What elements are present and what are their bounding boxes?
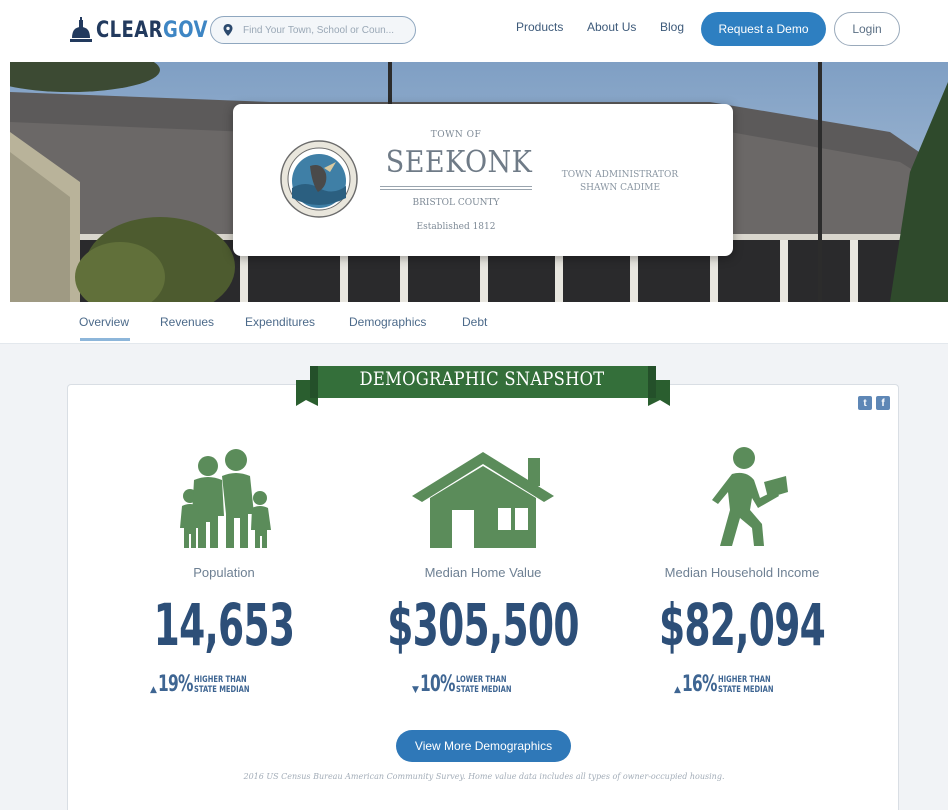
household-income-value: $82,094: [658, 591, 826, 659]
town-prefix: TOWN OF: [430, 130, 482, 140]
section-tabs: Overview Revenues Expenditures Demograph…: [0, 302, 948, 344]
comparison-percent: 19%: [157, 672, 193, 697]
tab-expenditures[interactable]: Expenditures: [245, 315, 315, 329]
household-income-comparison: ▲ 16% HIGHER THAN STATE MEDIAN: [674, 672, 792, 697]
active-tab-indicator: [80, 338, 130, 341]
comparison-line1: LOWER THAN: [455, 674, 507, 685]
home-value-comparison: ▼ 10% LOWER THAN STATE MEDIAN: [412, 672, 530, 697]
town-search-input[interactable]: Find Your Town, School or Coun...: [210, 16, 416, 44]
comparison-line2: STATE MEDIAN: [193, 684, 250, 695]
household-income-label: Median Household Income: [664, 565, 820, 580]
population-comparison: ▲ 19% HIGHER THAN STATE MEDIAN: [150, 672, 268, 697]
house-icon: [412, 452, 554, 548]
logo-wordmark: CLEARGOV: [96, 17, 208, 43]
worker-icon: [712, 447, 788, 546]
town-name: SEEKONK: [385, 145, 533, 180]
data-source-footnote: 2016 US Census Bureau American Community…: [243, 772, 725, 781]
down-arrow-icon: ▼: [412, 684, 419, 695]
comparison-line1: HIGHER THAN: [193, 674, 247, 685]
population-value: 14,653: [153, 591, 295, 659]
established-date: Established 1812: [416, 222, 496, 232]
nav-products[interactable]: Products: [516, 20, 563, 34]
comparison-line2: STATE MEDIAN: [455, 684, 512, 695]
search-placeholder: Find Your Town, School or Coun...: [243, 24, 395, 36]
cleargov-logo[interactable]: CLEARGOV: [68, 14, 232, 46]
town-name-rule: [380, 186, 532, 190]
comparison-line2: STATE MEDIAN: [717, 684, 774, 695]
nav-about-us[interactable]: About Us: [587, 20, 636, 34]
population-label: Population: [193, 565, 255, 580]
capitol-dome-icon: [70, 17, 92, 42]
up-arrow-icon: ▲: [674, 684, 681, 695]
comparison-line1: HIGHER THAN: [717, 674, 771, 685]
login-button[interactable]: Login: [834, 12, 900, 46]
home-value-label: Median Home Value: [424, 565, 542, 580]
facebook-icon[interactable]: f: [876, 396, 890, 410]
tab-demographics[interactable]: Demographics: [349, 315, 426, 329]
top-navigation-bar: CLEARGOV Find Your Town, School or Coun.…: [0, 0, 948, 62]
town-seal-icon: [280, 140, 358, 218]
administrator-name: SHAWN CADIME: [579, 183, 661, 193]
comparison-percent: 16%: [681, 672, 717, 697]
twitter-icon[interactable]: t: [858, 396, 872, 410]
county-name: BRISTOL COUNTY: [412, 198, 500, 208]
tab-debt[interactable]: Debt: [462, 315, 487, 329]
home-value-value: $305,500: [387, 591, 579, 659]
view-more-demographics-button[interactable]: View More Demographics: [396, 730, 571, 762]
location-pin-icon: [223, 24, 233, 36]
tab-overview[interactable]: Overview: [79, 315, 129, 329]
nav-blog[interactable]: Blog: [660, 20, 684, 34]
tab-revenues[interactable]: Revenues: [160, 315, 214, 329]
snapshot-title: DEMOGRAPHIC SNAPSHOT: [359, 368, 605, 390]
family-icon: [180, 449, 271, 548]
comparison-percent: 10%: [419, 672, 455, 697]
administrator-title: TOWN ADMINISTRATOR: [561, 170, 679, 180]
up-arrow-icon: ▲: [150, 684, 157, 695]
request-demo-button[interactable]: Request a Demo: [701, 12, 826, 46]
